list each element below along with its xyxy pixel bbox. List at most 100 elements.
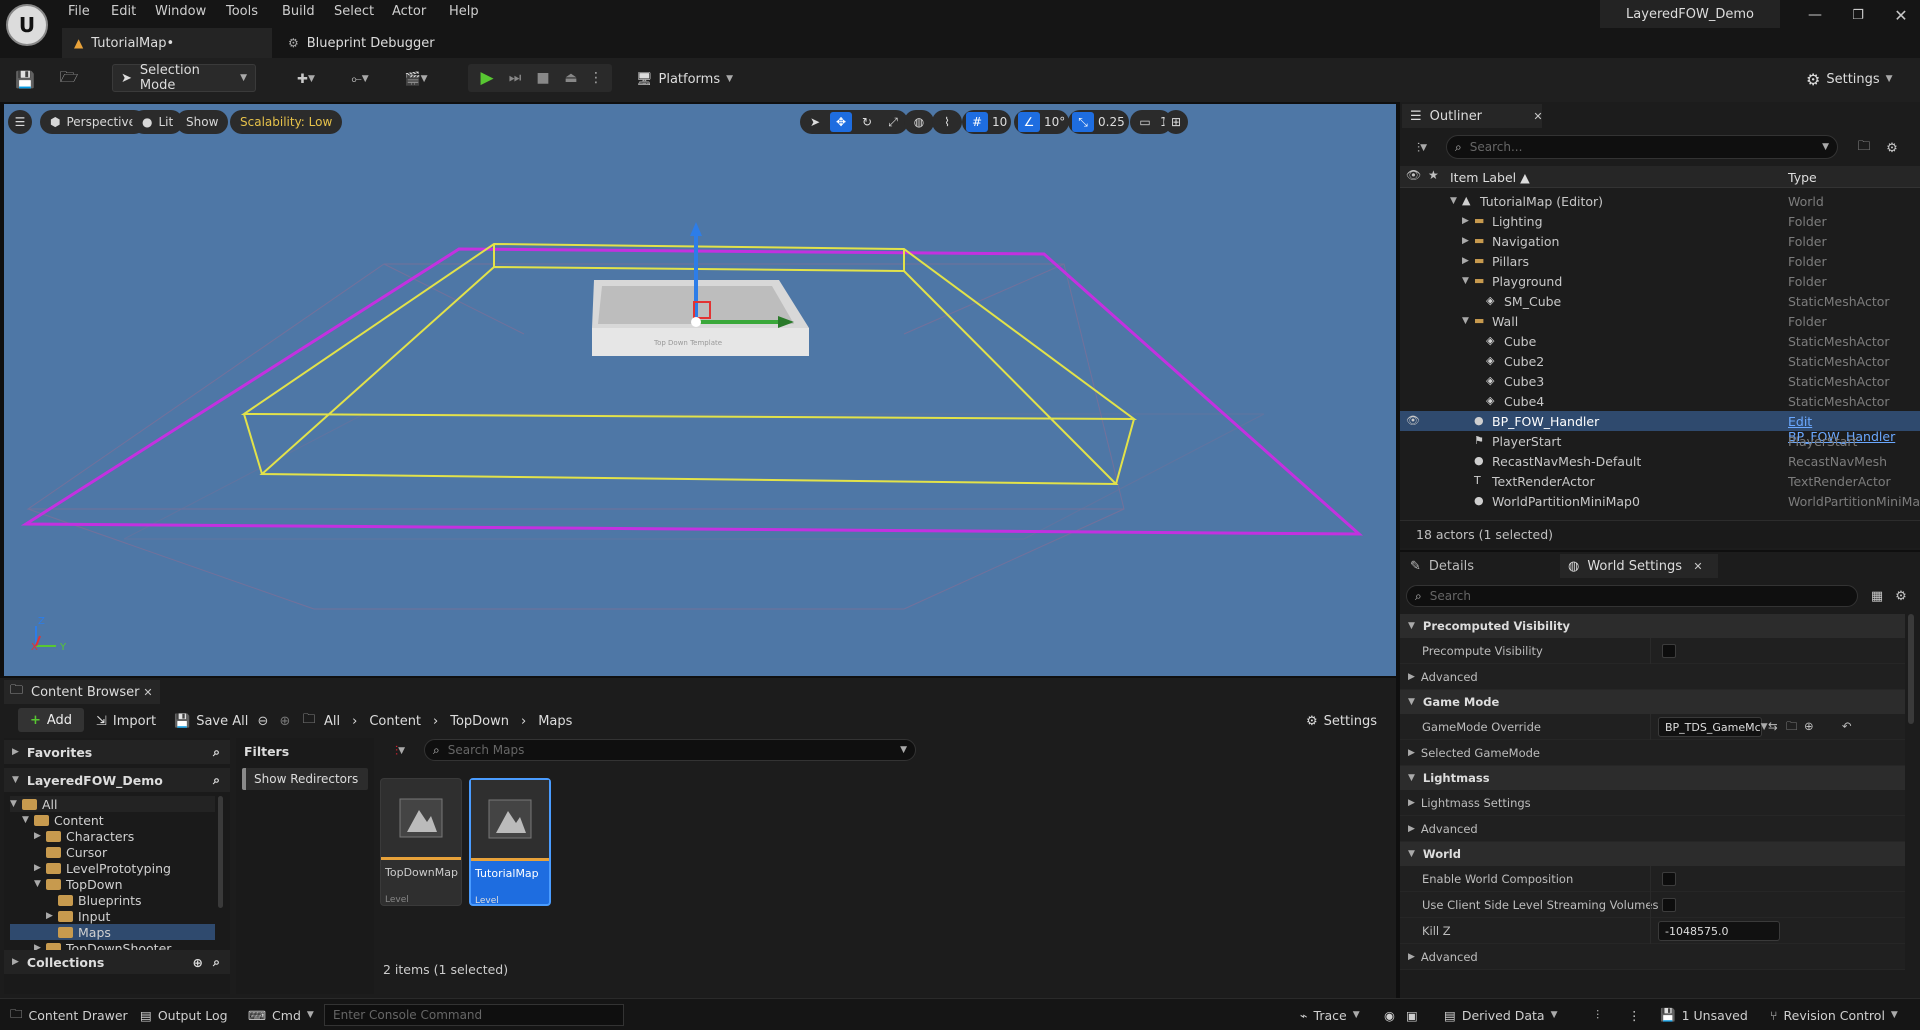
section-world[interactable]: ▼ World	[1400, 842, 1905, 866]
viewport-scene[interactable]: Top Down Template Z X Y	[4, 104, 1396, 676]
cb-settings-button[interactable]: ⚙ Settings	[1306, 710, 1377, 732]
chevron-right-icon[interactable]: ▶	[46, 911, 58, 921]
row-selected-gamemode[interactable]: ▶ Selected GameMode	[1400, 740, 1905, 766]
import-button[interactable]: ⇲ Import	[96, 710, 156, 732]
tree-item[interactable]: ▼ All	[10, 796, 215, 812]
tree-item[interactable]: Cursor	[10, 844, 215, 860]
tab-tutorialmap[interactable]: ▲ TutorialMap•	[62, 28, 272, 58]
save-all-button[interactable]: 💾 Save All	[174, 710, 248, 732]
tab-outliner[interactable]: ☰ Outliner	[1402, 104, 1542, 128]
outliner-row[interactable]: ▶ ▬ Navigation Folder	[1400, 231, 1920, 251]
tree-item[interactable]: Maps	[10, 924, 215, 940]
tree-item[interactable]: ▶ LevelPrototyping	[10, 860, 215, 876]
client-side-streaming-checkbox[interactable]	[1662, 898, 1676, 912]
tree-item[interactable]: Blueprints	[10, 892, 215, 908]
project-header[interactable]: ▼ LayeredFOW_Demo ⌕	[4, 768, 230, 792]
asset-search-input[interactable]: ⌕ Search Maps ▼	[424, 739, 916, 761]
visibility-eye-icon[interactable]: 👁	[1406, 414, 1420, 427]
tab-blueprint-debugger[interactable]: ⚙ Blueprint Debugger	[276, 28, 476, 58]
translate-tool-icon[interactable]: ✥	[830, 112, 852, 132]
cmd-dropdown[interactable]: ⌨ Cmd ▼	[248, 1004, 314, 1026]
outliner-row[interactable]: 👁 ● BP_FOW_Handler Edit BP_FOW_Handler	[1400, 411, 1920, 444]
unreal-logo-icon[interactable]: U	[6, 4, 48, 46]
add-icon[interactable]: ⊕	[1804, 719, 1814, 733]
tree-item[interactable]: ▼ TopDown	[10, 876, 215, 892]
layout-button[interactable]: ⊞	[1164, 110, 1188, 134]
screenshot-icon[interactable]: ▣	[1406, 1004, 1418, 1026]
chevron-down-icon[interactable]: ▼	[1450, 196, 1457, 206]
row-advanced-visibility[interactable]: ▶ Advanced	[1400, 664, 1905, 690]
restore-icon[interactable]: ❐	[1843, 4, 1873, 26]
back-icon[interactable]: ⊖	[254, 710, 272, 732]
derived-data-dropdown[interactable]: ▤ Derived Data ▼	[1444, 1004, 1558, 1026]
rotate-tool-icon[interactable]: ↻	[856, 112, 878, 132]
row-advanced-lightmass[interactable]: ▶ Advanced	[1400, 816, 1905, 842]
source-control-sync-icon[interactable]: ⫶	[1596, 1004, 1599, 1026]
outliner-row[interactable]: ◈ Cube2 StaticMeshActor	[1400, 351, 1920, 371]
add-button[interactable]: + Add	[18, 708, 84, 732]
details-scrollbar[interactable]	[1908, 614, 1914, 724]
browse-asset-icon[interactable]: ⇆	[1768, 719, 1778, 733]
precompute-visibility-checkbox[interactable]	[1662, 644, 1676, 658]
add-actor-button[interactable]: ✚ ▼	[286, 66, 326, 92]
details-search-input[interactable]: ⌕ Search	[1406, 585, 1858, 607]
breadcrumb-content[interactable]: Content	[369, 714, 421, 729]
filter-dropdown[interactable]: ⫶ ▼	[384, 740, 416, 762]
selection-mode-dropdown[interactable]: ➤ Selection Mode ▼	[112, 63, 256, 93]
select-tool-icon[interactable]: ➤	[804, 112, 826, 132]
breadcrumb-topdown[interactable]: TopDown	[450, 714, 509, 729]
outliner-row[interactable]: ◈ Cube4 StaticMeshActor	[1400, 391, 1920, 411]
level-viewport[interactable]: Top Down Template Z X Y ☰ ⬢ Perspective ●…	[4, 104, 1396, 676]
chevron-down-icon[interactable]: ▼	[22, 815, 34, 825]
cinematics-button[interactable]: 🎬 ▼	[396, 66, 436, 92]
blueprints-button[interactable]: ⟜ ▼	[340, 66, 380, 92]
breadcrumb-maps[interactable]: Maps	[538, 714, 572, 729]
browse-icon[interactable]: 🗁	[56, 66, 82, 92]
revision-control-dropdown[interactable]: ⑂ Revision Control ▼	[1770, 1004, 1898, 1026]
menu-actor[interactable]: Actor	[392, 4, 426, 19]
asset-tile-tutorialmap[interactable]: TutorialMap Level	[469, 778, 551, 906]
outliner-row[interactable]: ⚑ PlayerStart PlayerStart	[1400, 431, 1920, 451]
open-folder-icon[interactable]: 🗀	[1786, 719, 1798, 738]
outliner-settings-icon[interactable]: ⚙	[1880, 136, 1904, 160]
chevron-down-icon[interactable]: ▼	[34, 879, 46, 889]
coordinate-toggle[interactable]: ◍	[904, 110, 934, 134]
chevron-down-icon[interactable]: ▼	[10, 799, 22, 809]
scalability-button[interactable]: Scalability: Low	[230, 110, 343, 134]
stop-icon[interactable]: ■	[530, 66, 556, 90]
asset-tile-topdownmap[interactable]: TopDownMap Level	[380, 778, 462, 906]
favorites-header[interactable]: ▶ Favorites ⌕	[4, 740, 230, 764]
close-tab-icon[interactable]: ✕	[1690, 556, 1706, 576]
row-advanced-world[interactable]: ▶ Advanced	[1400, 944, 1905, 970]
more-options-icon[interactable]: ⋮	[586, 66, 606, 90]
new-folder-icon[interactable]: 🗀	[1852, 136, 1876, 160]
scale-tool-icon[interactable]: ⤢	[882, 112, 904, 132]
gamemode-override-dropdown[interactable]: BP_TDS_GameMc ▼	[1658, 717, 1768, 737]
table-view-icon[interactable]: ▦	[1866, 585, 1888, 607]
outliner-row[interactable]: ▼ ▬ Wall Folder	[1400, 311, 1920, 331]
grid-snap-group[interactable]: # 10	[962, 110, 1012, 134]
chevron-right-icon[interactable]: ▶	[34, 863, 46, 873]
rotate-snap-group[interactable]: ∠ 10°	[1014, 110, 1070, 134]
chevron-down-icon[interactable]: ▼	[1462, 276, 1469, 286]
close-tab-icon[interactable]: ✕	[1530, 106, 1546, 126]
console-input[interactable]: Enter Console Command	[324, 1004, 624, 1026]
search-icon[interactable]: ⌕	[213, 772, 220, 788]
section-game-mode[interactable]: ▼ Game Mode	[1400, 690, 1905, 714]
tree-scrollbar[interactable]	[218, 796, 223, 908]
outliner-row[interactable]: T TextRenderActor TextRenderActor	[1400, 471, 1920, 491]
filter-dropdown[interactable]: ⫶ ▼	[1404, 136, 1440, 160]
tree-item[interactable]: ▼ Content	[10, 812, 215, 828]
platforms-button[interactable]: 🖥 Platforms ▼	[636, 66, 738, 92]
kill-z-input[interactable]: -1048575.0	[1658, 921, 1780, 941]
output-log-button[interactable]: ▤ Output Log	[140, 1004, 228, 1026]
outliner-row[interactable]: ◈ SM_Cube StaticMeshActor	[1400, 291, 1920, 311]
scale-snap-group[interactable]: ⤡ 0.25	[1068, 110, 1129, 134]
row-lightmass-settings[interactable]: ▶ Lightmass Settings	[1400, 790, 1905, 816]
menu-help[interactable]: Help	[449, 4, 479, 19]
tab-content-browser[interactable]: 🗀 Content Browser	[4, 680, 160, 704]
collections-header[interactable]: ▶ Collections ⊕ ⌕	[4, 950, 230, 974]
section-precomputed-visibility[interactable]: ▼ Precomputed Visibility	[1400, 614, 1905, 638]
trace-dropdown[interactable]: ⌁ Trace ▼	[1300, 1004, 1360, 1026]
breadcrumb-all[interactable]: All	[324, 714, 340, 729]
